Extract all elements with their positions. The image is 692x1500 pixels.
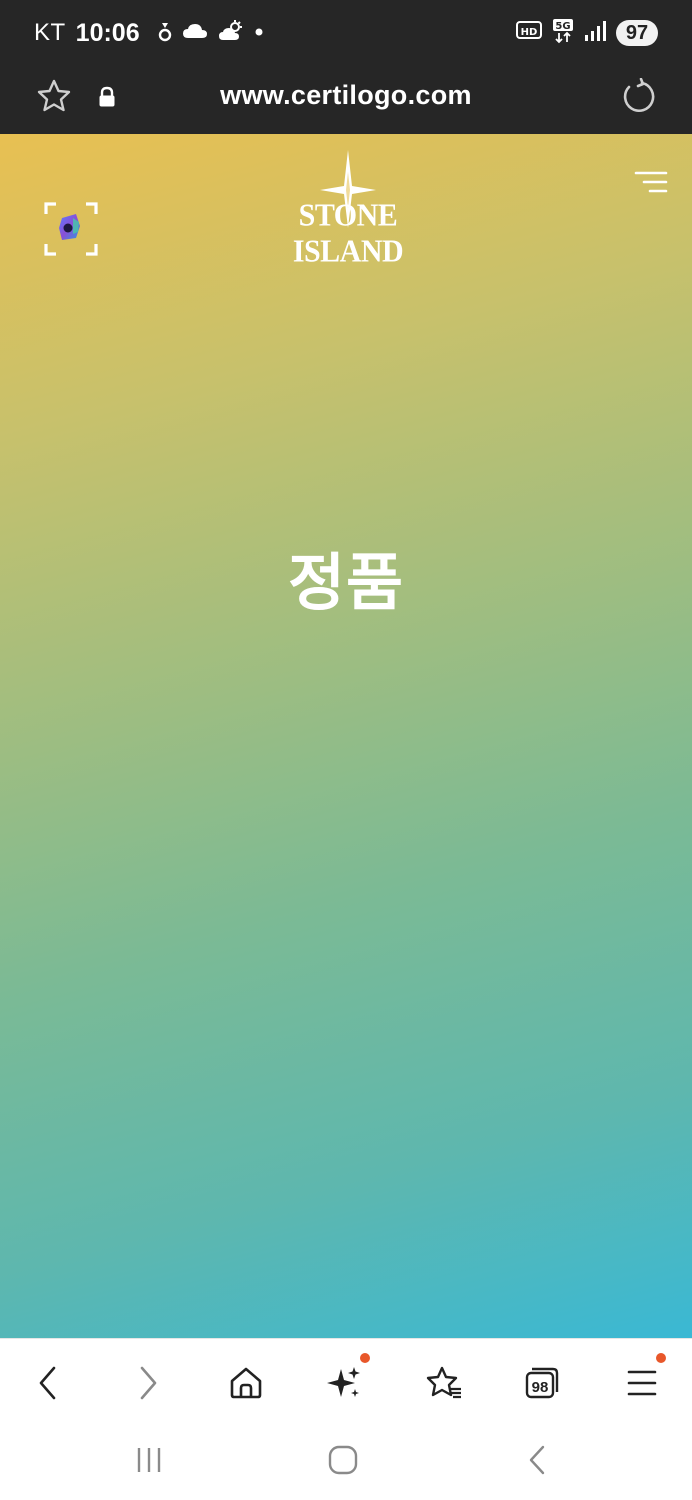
status-right: HD 5G 97 bbox=[516, 18, 658, 48]
verification-page: STONE ISLAND 정품 bbox=[0, 134, 692, 1338]
recents-icon[interactable] bbox=[124, 1440, 174, 1480]
scan-frame-icon bbox=[44, 202, 98, 256]
notification-badge bbox=[360, 1353, 370, 1363]
svg-text:5G: 5G bbox=[555, 21, 570, 32]
status-bar: KT 10:06 HD 5G 97 bbox=[0, 0, 692, 66]
cloud-icon bbox=[182, 22, 208, 45]
forward-icon[interactable] bbox=[124, 1359, 172, 1407]
tabs-icon[interactable]: 98 bbox=[518, 1359, 566, 1407]
clock: 10:06 bbox=[75, 18, 140, 47]
weather-icon bbox=[218, 19, 244, 47]
authenticity-result: 정품 bbox=[287, 546, 405, 619]
svg-text:HD: HD bbox=[521, 27, 538, 38]
site-menu-button[interactable] bbox=[634, 170, 668, 194]
url-address[interactable]: www.certilogo.com bbox=[0, 80, 692, 111]
bookmarks-icon[interactable] bbox=[420, 1359, 468, 1407]
signal-icon bbox=[584, 20, 606, 47]
reload-icon[interactable] bbox=[620, 77, 656, 119]
menu-badge bbox=[656, 1353, 666, 1363]
back-icon[interactable] bbox=[24, 1359, 72, 1407]
home-circle-icon[interactable] bbox=[318, 1440, 368, 1480]
sparkle-icon[interactable] bbox=[320, 1353, 370, 1407]
dot-icon bbox=[254, 24, 264, 42]
browser-toolbar: 98 bbox=[0, 1338, 692, 1423]
home-icon[interactable] bbox=[222, 1359, 270, 1407]
url-bar: www.certilogo.com bbox=[0, 66, 692, 134]
notification-icon bbox=[158, 20, 172, 47]
scan-button[interactable] bbox=[42, 200, 100, 258]
tabs-count: 98 bbox=[531, 1378, 549, 1396]
system-nav-bar bbox=[0, 1422, 692, 1500]
brand-logo: STONE ISLAND bbox=[246, 148, 450, 269]
menu-lines-icon bbox=[634, 171, 668, 193]
battery-indicator: 97 bbox=[616, 20, 658, 46]
hd-voice-icon: HD bbox=[516, 20, 542, 47]
brand-name: STONE ISLAND bbox=[292, 198, 404, 269]
5g-icon: 5G bbox=[552, 18, 574, 49]
carrier-label: KT bbox=[34, 19, 66, 46]
status-left: KT 10:06 bbox=[34, 16, 264, 50]
back-chevron-icon[interactable] bbox=[512, 1440, 562, 1480]
menu-icon[interactable] bbox=[618, 1353, 666, 1407]
